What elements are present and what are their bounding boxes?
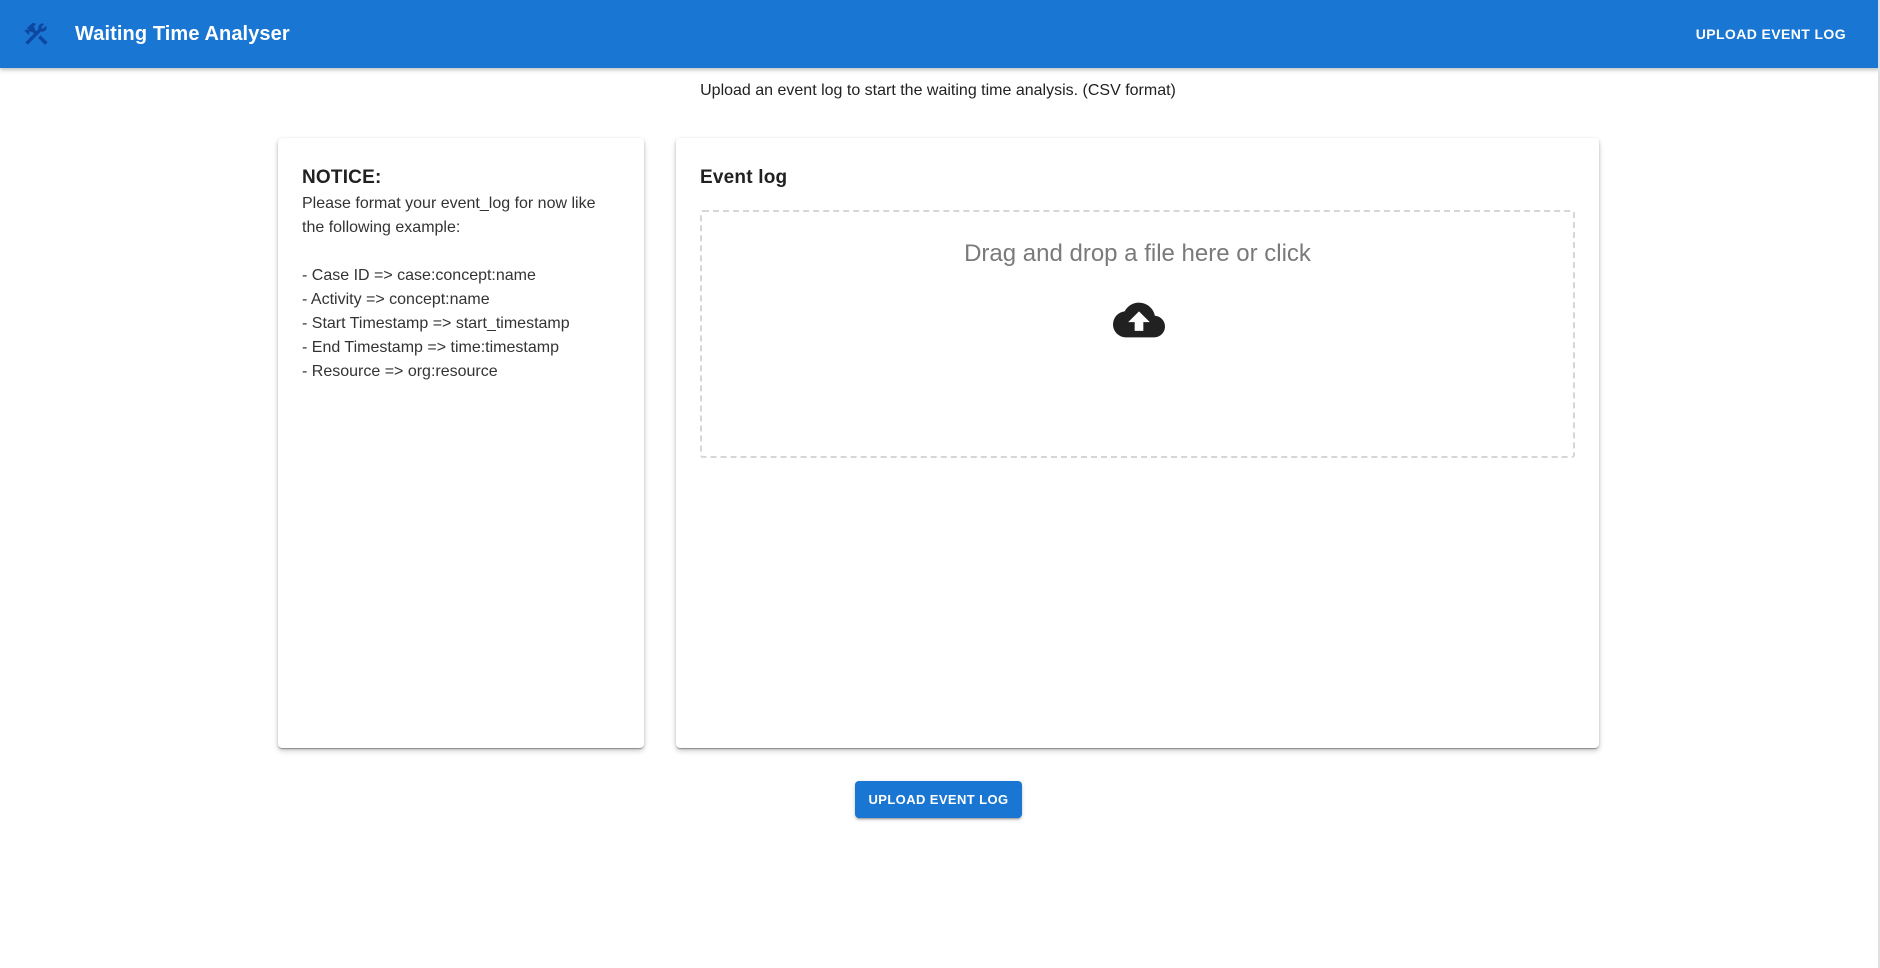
list-item: - Start Timestamp => start_timestamp [302,315,570,332]
notice-card: NOTICE: Please format your event_log for… [278,138,644,748]
list-item: - Resource => org:resource [302,363,498,380]
page-subtitle: Upload an event log to start the waiting… [700,82,1176,99]
list-item: - Activity => concept:name [302,291,490,308]
notice-format-list: - Case ID => case:concept:name - Activit… [302,264,620,384]
app-bar: Waiting Time Analyser UPLOAD EVENT LOG [0,0,1880,68]
cloud-upload-icon [1113,302,1165,338]
list-item: - End Timestamp => time:timestamp [302,339,559,356]
upload-event-log-nav-button[interactable]: UPLOAD EVENT LOG [1678,16,1864,52]
notice-title: NOTICE: [302,167,382,188]
upload-event-log-button[interactable]: UPLOAD EVENT LOG [855,781,1022,818]
dropzone-text: Drag and drop a file here or click [964,240,1311,267]
list-item: - Case ID => case:concept:name [302,267,536,284]
event-log-title: Event log [700,167,788,188]
notice-intro: Please format your event_log for now lik… [302,195,596,236]
build-tools-icon [24,23,48,45]
app-title: Waiting Time Analyser [75,23,290,45]
event-log-card: Event log Drag and drop a file here or c… [676,138,1599,748]
file-dropzone[interactable]: Drag and drop a file here or click [700,210,1575,458]
